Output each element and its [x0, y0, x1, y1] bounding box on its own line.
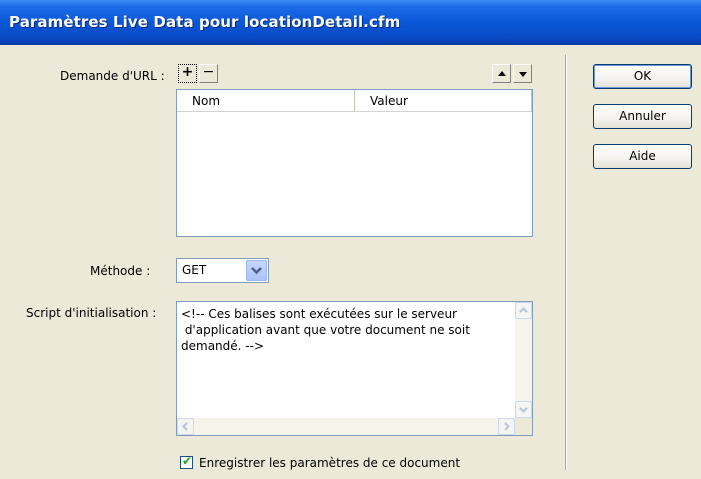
url-request-label: Demande d'URL :	[60, 69, 165, 83]
add-parameter-button[interactable]: +	[178, 64, 197, 83]
chevron-down-icon	[251, 267, 262, 275]
init-script-label: Script d'initialisation :	[26, 306, 157, 320]
title-bar[interactable]: Paramètres Live Data pour locationDetail…	[0, 0, 701, 45]
vertical-scrollbar[interactable]	[515, 302, 532, 418]
window-title: Paramètres Live Data pour locationDetail…	[9, 13, 401, 31]
move-up-button[interactable]	[492, 64, 511, 83]
arrow-right-icon	[504, 422, 510, 431]
minus-icon: −	[202, 64, 215, 80]
help-button-label: Aide	[629, 149, 656, 163]
save-settings-checkbox[interactable]: ✔	[180, 454, 193, 469]
vertical-separator	[565, 55, 567, 470]
arrow-up-icon	[498, 71, 506, 76]
ok-button-label: OK	[633, 69, 652, 83]
column-header-value-label: Valeur	[370, 94, 408, 108]
scroll-left-button[interactable]	[177, 418, 194, 435]
plus-icon: +	[181, 64, 194, 80]
remove-parameter-button[interactable]: −	[199, 64, 218, 83]
scrollbar-corner	[515, 418, 532, 435]
scroll-up-button[interactable]	[515, 302, 532, 319]
url-parameters-grid[interactable]: Nom Valeur	[176, 89, 533, 237]
arrow-down-icon	[519, 72, 527, 77]
method-dropdown-button[interactable]	[246, 260, 267, 281]
init-script-textarea[interactable]: <!-- Ces balises sont exécutées sur le s…	[176, 301, 533, 436]
save-settings-label[interactable]: Enregistrer les paramètres de ce documen…	[199, 456, 460, 470]
arrow-up-icon	[519, 307, 528, 313]
init-script-text: <!-- Ces balises sont exécutées sur le s…	[181, 307, 470, 353]
dialog-window: Paramètres Live Data pour locationDetail…	[0, 0, 701, 479]
cancel-button-label: Annuler	[619, 109, 666, 123]
arrow-left-icon	[182, 422, 188, 431]
horizontal-scrollbar[interactable]	[177, 418, 515, 435]
column-header-value[interactable]: Valeur	[355, 90, 532, 112]
method-label: Méthode :	[90, 264, 151, 278]
cancel-button[interactable]: Annuler	[593, 104, 692, 129]
arrow-down-icon	[519, 407, 528, 413]
move-down-button[interactable]	[513, 64, 532, 83]
method-select-value: GET	[182, 263, 207, 277]
scroll-right-button[interactable]	[498, 418, 515, 435]
help-button[interactable]: Aide	[593, 144, 692, 169]
column-header-name-label: Nom	[192, 94, 221, 108]
method-select[interactable]: GET	[176, 258, 269, 283]
checkmark-icon: ✔	[182, 454, 193, 468]
scroll-down-button[interactable]	[515, 401, 532, 418]
ok-button[interactable]: OK	[593, 64, 692, 89]
column-header-name[interactable]: Nom	[177, 90, 355, 112]
